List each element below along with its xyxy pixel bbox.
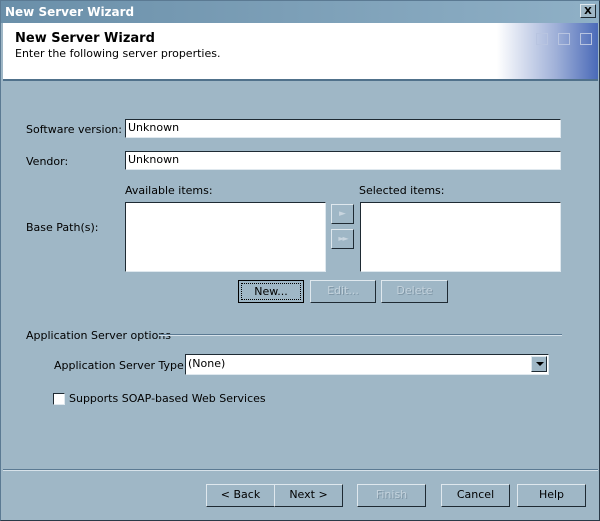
help-button[interactable]: Help — [517, 484, 586, 507]
double-arrow-right-icon: ►► — [338, 234, 348, 243]
software-version-input[interactable]: Unknown — [125, 119, 561, 138]
next-button[interactable]: Next > — [274, 484, 343, 507]
soap-checkbox[interactable] — [53, 393, 65, 405]
decorative-square-icon — [558, 33, 570, 45]
selected-items-label: Selected items: — [359, 184, 445, 197]
soap-label: Supports SOAP-based Web Services — [69, 392, 266, 405]
base-paths-label: Base Path(s): — [26, 221, 99, 234]
close-icon: X — [584, 6, 592, 17]
header-title: New Server Wizard — [15, 31, 155, 46]
group-divider — [159, 334, 562, 336]
move-all-right-button[interactable]: ►► — [331, 229, 354, 249]
vendor-input[interactable]: Unknown — [125, 151, 561, 170]
decorative-square-icon — [536, 33, 548, 45]
available-items-label: Available items: — [125, 184, 213, 197]
new-button-label: New... — [241, 283, 301, 300]
wizard-window: New Server Wizard X New Server Wizard En… — [0, 0, 600, 521]
vendor-label: Vendor: — [26, 155, 69, 168]
delete-button[interactable]: Delete — [381, 280, 448, 303]
header-subtitle: Enter the following server properties. — [15, 47, 221, 60]
chevron-down-icon[interactable] — [531, 356, 547, 372]
wizard-header: New Server Wizard Enter the following se… — [3, 23, 598, 81]
title-bar: New Server Wizard X — [1, 1, 599, 23]
footer-divider — [3, 469, 598, 471]
decorative-square-icon — [580, 33, 592, 45]
new-button[interactable]: New... — [238, 280, 304, 303]
app-server-type-select[interactable]: (None) — [185, 354, 549, 375]
cancel-button[interactable]: Cancel — [441, 484, 510, 507]
app-server-type-value: (None) — [188, 357, 226, 370]
finish-button[interactable]: Finish — [357, 484, 426, 507]
software-version-label: Software version: — [26, 123, 122, 136]
window-title: New Server Wizard — [5, 5, 135, 19]
available-items-list[interactable] — [125, 202, 326, 272]
app-server-group-label: Application Server options — [26, 329, 172, 342]
app-server-type-label: Application Server Type: — [54, 359, 188, 372]
move-right-button[interactable]: ► — [331, 204, 354, 224]
edit-button[interactable]: Edit... — [310, 280, 376, 303]
back-button[interactable]: < Back — [206, 484, 275, 507]
close-button[interactable]: X — [580, 4, 596, 18]
selected-items-list[interactable] — [360, 202, 561, 272]
arrow-right-icon: ► — [339, 209, 346, 219]
